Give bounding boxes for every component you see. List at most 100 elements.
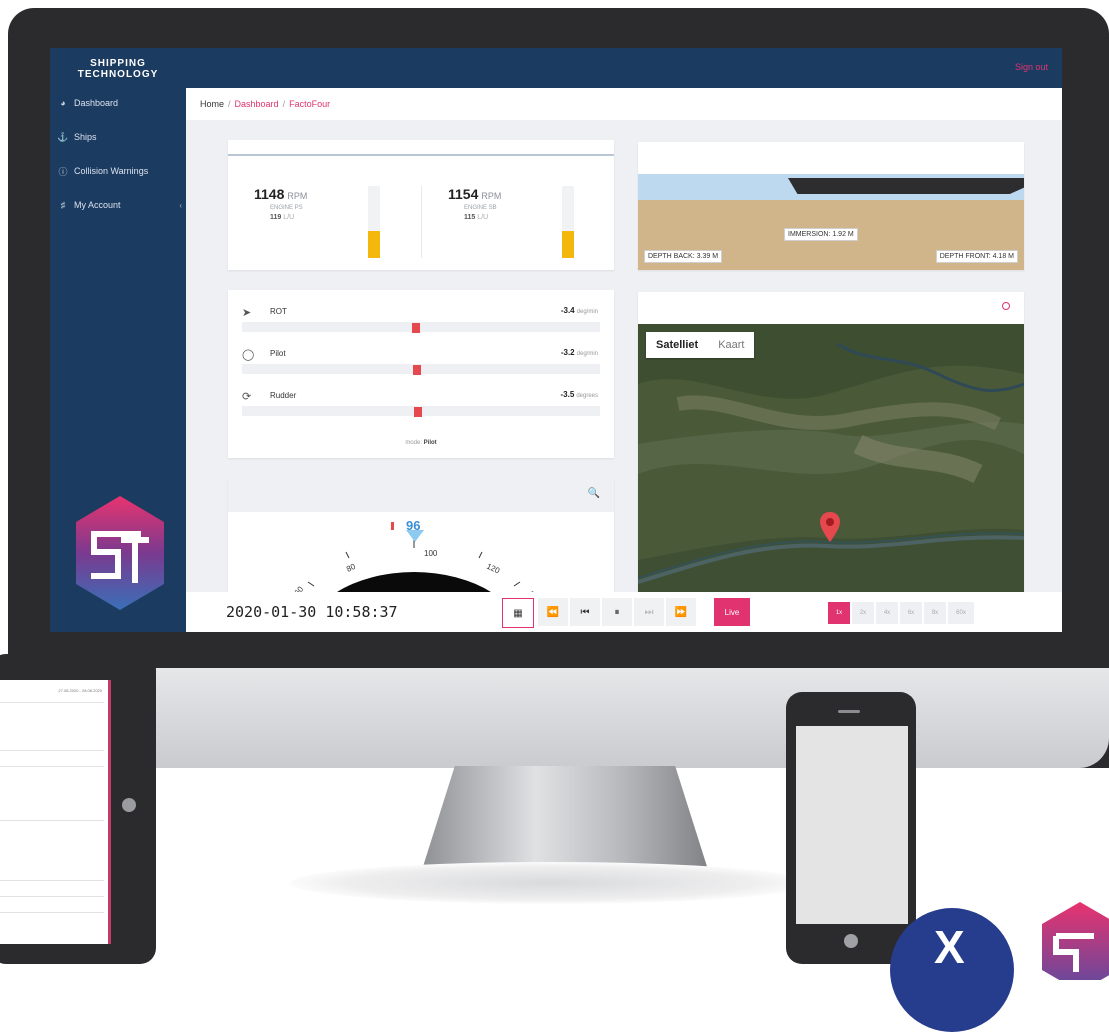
playback-bar: 2020-01-30 10:58:37 ▦ ⏪ ⏮ ⏸ ⏭ ⏩ Live 1x … — [186, 592, 1062, 632]
engine-sb: 1154 RPM ENGINE SB 115 L/U — [448, 186, 598, 266]
speed-6x-button[interactable]: 6x — [900, 602, 922, 624]
engine-rpm-value: 1154 — [448, 186, 479, 202]
sign-out-link[interactable]: Sign out — [1015, 62, 1048, 72]
speed-2x-button[interactable]: 2x — [852, 602, 874, 624]
engine-ps: 1148 RPM ENGINE PS 119 L/U — [254, 186, 404, 266]
engine-fuel-value: 115 — [464, 214, 476, 221]
phone-screen — [796, 726, 908, 924]
breadcrumb-separator: / — [228, 99, 231, 109]
sidebar-item-dashboard[interactable]: ◕ Dashboard — [58, 94, 182, 112]
depth-front-label: DEPTH FRONT: 4.18 M — [935, 250, 1018, 263]
sidebar: SHIPPING TECHNOLOGY ◕ Dashboard ⚓ Ships … — [50, 48, 186, 632]
sidebar-item-collision-warnings[interactable]: ⓘ Collision Warnings — [58, 162, 182, 180]
engine-rpm-unit: RPM — [287, 191, 308, 201]
phone-home-button — [844, 934, 858, 948]
engine-load-gauge — [562, 186, 574, 258]
indicator-track — [242, 322, 600, 332]
ship-location-pin-icon[interactable] — [820, 512, 840, 542]
mode-value: Pilot — [423, 440, 437, 446]
tablet-screen: 27.08.2020 - 28.08.2020 — [0, 680, 111, 944]
engine-load-fill — [562, 230, 574, 258]
divider — [421, 186, 422, 258]
map-tab-map[interactable]: Kaart — [708, 339, 754, 351]
engine-fuel-unit: L/U — [283, 214, 295, 221]
indicator-label: Rudder — [270, 391, 297, 400]
heading-marker — [391, 522, 394, 530]
pause-icon: ⏸ — [614, 606, 620, 618]
indicator-label: Pilot — [270, 349, 286, 358]
speed-60x-button[interactable]: 60x — [948, 602, 974, 624]
engine-rpm-card: 1148 RPM ENGINE PS 119 L/U 1154 RPM ENGINE … — [228, 140, 614, 270]
card-header — [638, 292, 1024, 324]
compass-tick-label: 100 — [424, 549, 438, 558]
monitor-stand — [420, 766, 710, 876]
breadcrumb-dashboard[interactable]: Dashboard — [235, 99, 279, 109]
speed-1x-button[interactable]: 1x — [828, 602, 850, 624]
indicator-unit: degrees — [576, 393, 598, 399]
chevron-left-icon: ‹ — [179, 200, 182, 210]
steering-mode: mode: Pilot — [228, 440, 614, 446]
skip-back-icon: ⏮ — [580, 606, 590, 618]
engine-fuel-value: 119 — [270, 214, 282, 221]
pilot-indicator: ◯ Pilot -3.2 deg/min — [242, 348, 600, 388]
bell-icon: ♯ — [60, 200, 66, 210]
card-header: 🔍 — [228, 478, 614, 512]
sidebar-item-my-account[interactable]: ♯ My Account ‹ — [58, 196, 182, 214]
table-divider — [0, 896, 104, 897]
pause-button[interactable]: ⏸ — [602, 598, 632, 626]
brand-line-1: SHIPPING — [90, 58, 146, 69]
table-divider — [0, 766, 104, 767]
sidebar-item-label: Collision Warnings — [74, 166, 149, 176]
satellite-map[interactable]: Satelliet Kaart — [638, 324, 1024, 592]
breadcrumb-ship[interactable]: FactoFour — [289, 99, 330, 109]
rewind-icon: ⏪ — [546, 606, 560, 618]
steering-card: ➤ ROT -3.4 deg/min ◯ Pilot -3.2 deg/min ⟳ … — [228, 290, 614, 458]
engine-fuel-unit: L/U — [477, 214, 489, 221]
map-tab-satellite[interactable]: Satelliet — [646, 339, 708, 351]
playback-timestamp: 2020-01-30 10:58:37 — [226, 603, 398, 621]
tablet-home-button — [122, 798, 136, 812]
breadcrumb: Home / Dashboard / FactoFour — [186, 88, 1062, 120]
depth-back-label: DEPTH BACK: 3.39 M — [644, 250, 723, 263]
brand-logo[interactable]: SHIPPING TECHNOLOGY — [50, 58, 186, 80]
live-button[interactable]: Live — [714, 598, 750, 626]
engine-label: ENGINE SB — [464, 205, 497, 211]
map-imagery — [638, 324, 1024, 592]
map-type-toggle: Satelliet Kaart — [646, 332, 755, 358]
engine-load-fill — [368, 230, 380, 258]
calendar-button[interactable]: ▦ — [502, 598, 534, 628]
sidebar-item-label: Dashboard — [74, 98, 119, 108]
table-divider — [0, 880, 104, 881]
indicator-label: ROT — [270, 307, 287, 316]
indicator-unit: deg/min — [576, 309, 598, 315]
zoom-icon[interactable]: 🔍 — [588, 488, 600, 499]
table-divider — [0, 820, 104, 821]
top-bar: Sign out — [186, 48, 1062, 88]
skip-forward-icon: ⏭ — [644, 606, 654, 618]
indicator-marker — [412, 323, 420, 333]
engine-label: ENGINE PS — [270, 205, 303, 211]
location-icon[interactable] — [1002, 302, 1010, 310]
engine-rpm-unit: RPM — [481, 191, 502, 201]
engine-rpm-value: 1148 — [254, 186, 285, 202]
sidebar-item-ships[interactable]: ⚓ Ships — [57, 128, 182, 146]
anchor-icon: ⚓ — [57, 131, 69, 142]
step-back-button[interactable]: ⏮ — [570, 598, 600, 626]
breadcrumb-home[interactable]: Home — [200, 99, 224, 109]
speed-4x-button[interactable]: 4x — [876, 602, 898, 624]
rewind-button[interactable]: ⏪ — [538, 598, 568, 626]
heading-value: 96 — [406, 518, 420, 533]
indicator-unit: deg/min — [576, 351, 598, 357]
step-forward-button[interactable]: ⏭ — [634, 598, 664, 626]
speed-8x-button[interactable]: 8x — [924, 602, 946, 624]
monitor-base — [290, 862, 810, 904]
calendar-icon: ▦ — [513, 607, 523, 619]
fast-forward-button[interactable]: ⏩ — [666, 598, 696, 626]
dashboard-screen: SHIPPING TECHNOLOGY ◕ Dashboard ⚓ Ships … — [50, 48, 1062, 632]
monitor-chin — [150, 668, 1109, 768]
indicator-value: -3.2 — [560, 348, 575, 357]
st-logo-icon — [76, 496, 164, 610]
indicator-marker — [414, 407, 422, 417]
tablet-date-range: 27.08.2020 - 28.08.2020 — [58, 688, 102, 693]
compass-tick-label: 120 — [485, 562, 501, 576]
